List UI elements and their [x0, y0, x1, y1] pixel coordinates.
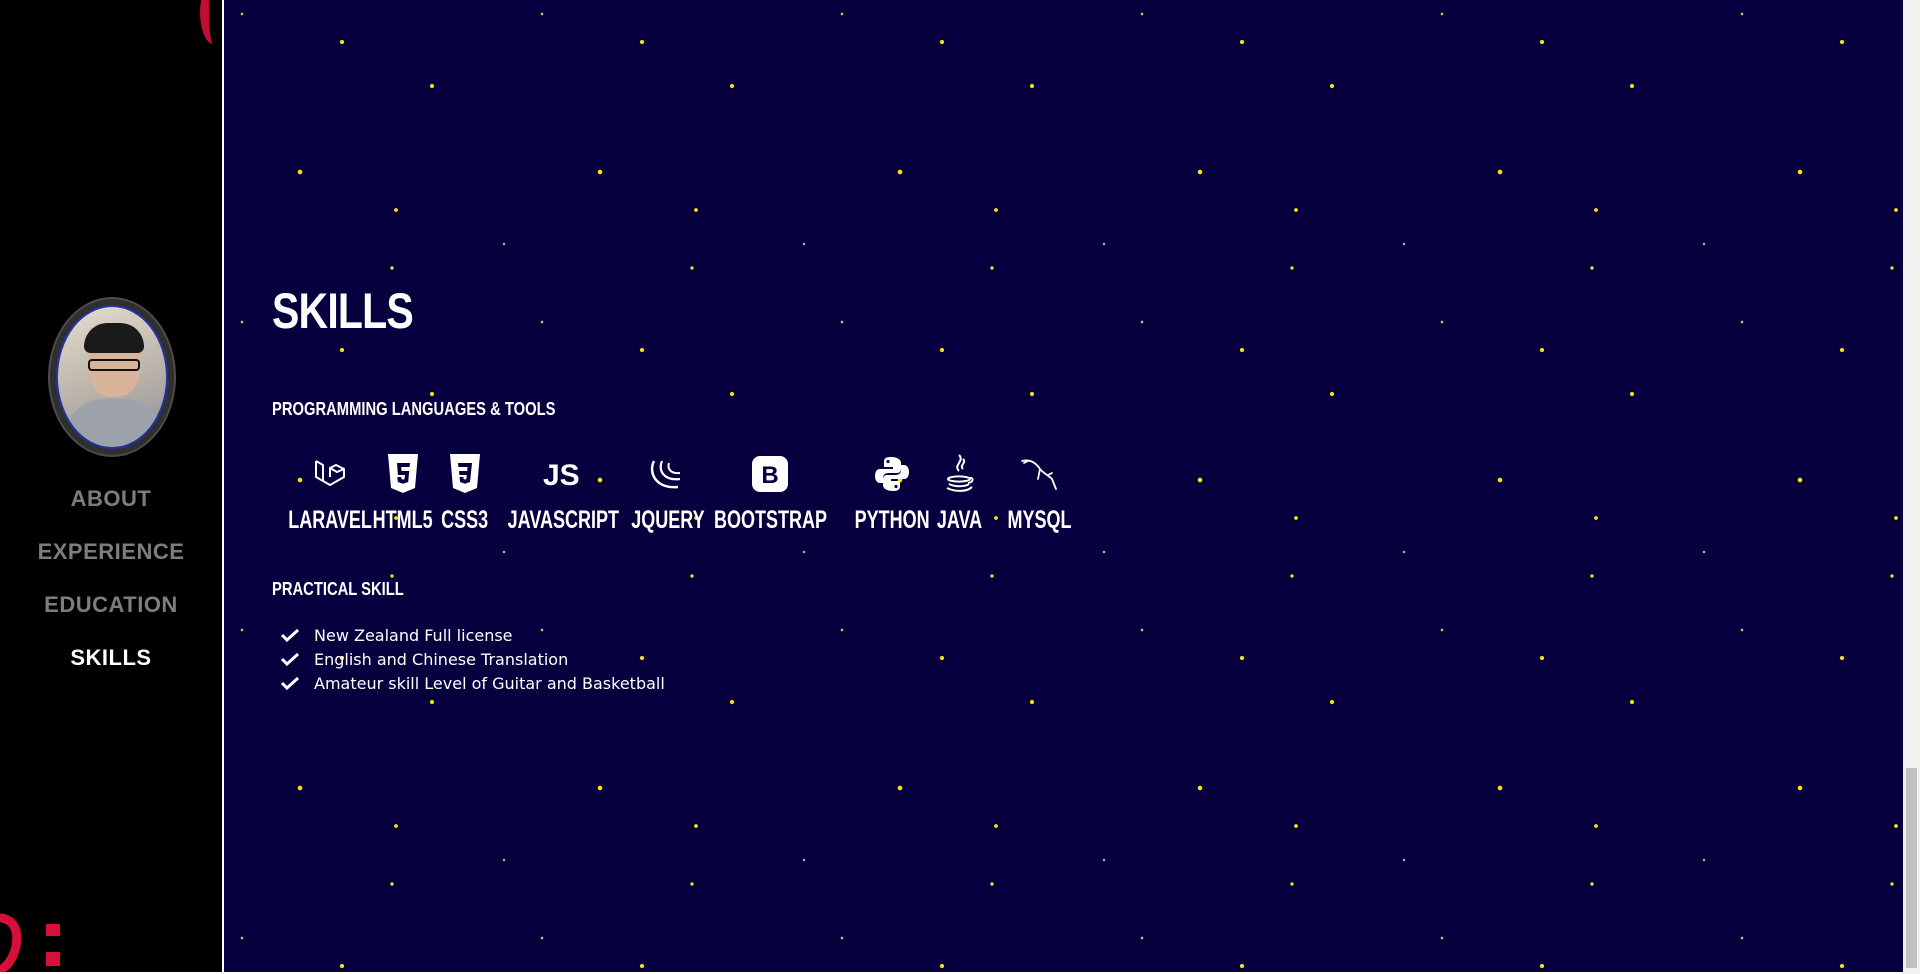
page-scrollbar[interactable] — [1903, 0, 1920, 974]
decorative-red-mark — [200, 0, 222, 44]
sidebar: ABOUT EXPERIENCE EDUCATION SKILLS — [0, 0, 222, 974]
languages-heading: PROGRAMMING LANGUAGES & TOOLS — [272, 399, 556, 419]
skill-bootstrap: B BOOTSTRAP — [692, 452, 849, 535]
skill-java: JAVA — [928, 452, 991, 535]
check-icon — [280, 652, 300, 666]
nav-item-education[interactable]: EDUCATION — [0, 588, 222, 641]
decorative-red-mark — [0, 913, 60, 974]
svg-text:B: B — [762, 462, 779, 489]
sidebar-nav: ABOUT EXPERIENCE EDUCATION SKILLS — [0, 482, 222, 694]
practical-skill-text: Amateur skill Level of Guitar and Basket… — [314, 673, 665, 693]
nav-item-skills[interactable]: SKILLS — [0, 641, 222, 694]
skill-label: LARAVEL — [288, 506, 372, 534]
javascript-icon: JS — [523, 452, 603, 496]
scrollbar-thumb[interactable] — [1906, 768, 1917, 968]
skill-label: BOOTSTRAP — [713, 506, 827, 534]
laravel-icon — [308, 452, 352, 496]
mysql-icon — [1017, 452, 1061, 496]
java-icon — [937, 452, 981, 496]
practical-list: New Zealand Full license English and Chi… — [280, 623, 665, 695]
avatar — [48, 297, 176, 457]
skill-label: JAVA — [936, 506, 983, 534]
skill-label: CSS3 — [441, 506, 489, 534]
skills-section: SKILLS PROGRAMMING LANGUAGES & TOOLS LAR… — [224, 0, 1903, 972]
svg-text:JS: JS — [543, 459, 580, 491]
list-item: English and Chinese Translation — [280, 647, 665, 671]
practical-skill-text: New Zealand Full license — [314, 625, 513, 645]
practical-skill-text: English and Chinese Translation — [314, 649, 569, 669]
nav-item-about[interactable]: ABOUT — [0, 482, 222, 535]
skill-label: HTML5 — [372, 506, 433, 534]
bootstrap-icon: B — [720, 452, 820, 496]
check-icon — [280, 676, 300, 690]
skill-mysql: MYSQL — [995, 452, 1084, 535]
skill-label: MYSQL — [1007, 506, 1072, 534]
skill-label: PYTHON — [854, 506, 930, 534]
practical-heading: PRACTICAL SKILL — [272, 579, 404, 599]
nav-item-experience[interactable]: EXPERIENCE — [0, 535, 222, 588]
python-icon — [870, 452, 914, 496]
html5-icon — [381, 452, 425, 496]
check-icon — [280, 628, 300, 642]
css3-icon — [443, 452, 487, 496]
list-item: Amateur skill Level of Guitar and Basket… — [280, 671, 665, 695]
list-item: New Zealand Full license — [280, 623, 665, 647]
skill-label: JAVASCRIPT — [507, 506, 620, 534]
profile-photo — [56, 305, 168, 449]
section-title: SKILLS — [272, 283, 414, 339]
jquery-icon — [646, 452, 690, 496]
